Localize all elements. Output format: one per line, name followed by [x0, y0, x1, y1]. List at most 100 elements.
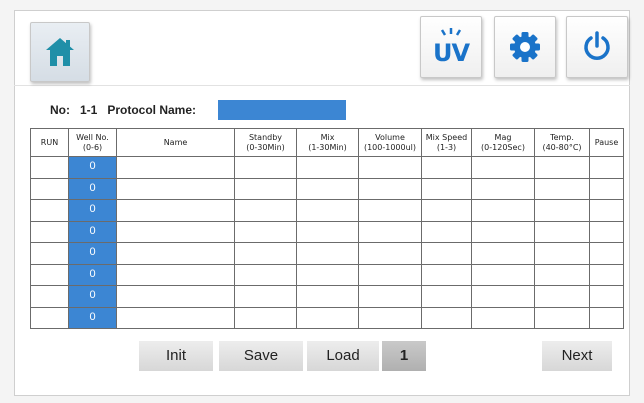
mix-speed-cell[interactable] — [421, 220, 472, 243]
temp-cell[interactable] — [534, 220, 590, 243]
well-number-value[interactable]: 0 — [69, 157, 116, 178]
mag-cell[interactable] — [471, 263, 535, 286]
mix-speed-cell[interactable] — [421, 306, 472, 329]
name-cell[interactable] — [116, 306, 235, 329]
next-button[interactable]: Next — [542, 341, 612, 371]
standby-cell[interactable] — [234, 242, 297, 265]
uv-button[interactable]: UV — [420, 16, 482, 78]
run-cell[interactable] — [30, 242, 69, 265]
pause-cell[interactable] — [589, 177, 624, 200]
mix-cell[interactable] — [296, 156, 359, 179]
volume-cell[interactable] — [358, 177, 422, 200]
volume-cell[interactable] — [358, 199, 422, 222]
home-button[interactable] — [30, 22, 90, 82]
name-cell[interactable] — [116, 156, 235, 179]
run-cell[interactable] — [30, 199, 69, 222]
mix-speed-cell[interactable] — [421, 242, 472, 265]
load-button[interactable]: Load — [307, 341, 379, 371]
mix-speed-cell[interactable] — [421, 263, 472, 286]
well-number-value[interactable]: 0 — [69, 264, 116, 285]
run-cell[interactable] — [30, 177, 69, 200]
run-cell[interactable] — [30, 156, 69, 179]
temp-cell[interactable] — [534, 199, 590, 222]
volume-cell[interactable] — [358, 306, 422, 329]
temp-cell[interactable] — [534, 306, 590, 329]
mix-cell[interactable] — [296, 242, 359, 265]
name-cell[interactable] — [116, 263, 235, 286]
standby-cell[interactable] — [234, 156, 297, 179]
run-cell[interactable] — [30, 263, 69, 286]
well-number-value[interactable]: 0 — [69, 243, 116, 264]
mag-cell[interactable] — [471, 177, 535, 200]
mix-speed-cell[interactable] — [421, 285, 472, 308]
standby-cell[interactable] — [234, 177, 297, 200]
standby-cell[interactable] — [234, 199, 297, 222]
mag-cell[interactable] — [471, 199, 535, 222]
mix-cell[interactable] — [296, 306, 359, 329]
power-button[interactable] — [566, 16, 628, 78]
run-cell[interactable] — [30, 220, 69, 243]
well-cell[interactable]: 0 — [68, 199, 117, 222]
mix-cell[interactable] — [296, 285, 359, 308]
volume-cell[interactable] — [358, 242, 422, 265]
mix-speed-cell[interactable] — [421, 177, 472, 200]
pause-cell[interactable] — [589, 220, 624, 243]
header-temp: Temp. (40-80°C) — [534, 128, 590, 157]
protocol-name-input[interactable] — [218, 100, 346, 120]
mag-cell[interactable] — [471, 242, 535, 265]
table-row: 0 — [30, 156, 624, 179]
well-number-value[interactable]: 0 — [69, 178, 116, 199]
well-number-value[interactable]: 0 — [69, 286, 116, 307]
temp-cell[interactable] — [534, 285, 590, 308]
standby-cell[interactable] — [234, 263, 297, 286]
pause-cell[interactable] — [589, 263, 624, 286]
well-cell[interactable]: 0 — [68, 285, 117, 308]
well-cell[interactable]: 0 — [68, 156, 117, 179]
temp-cell[interactable] — [534, 177, 590, 200]
init-button[interactable]: Init — [139, 341, 213, 371]
well-cell[interactable]: 0 — [68, 263, 117, 286]
pause-cell[interactable] — [589, 285, 624, 308]
name-cell[interactable] — [116, 220, 235, 243]
mix-cell[interactable] — [296, 199, 359, 222]
mix-cell[interactable] — [296, 220, 359, 243]
save-button[interactable]: Save — [219, 341, 303, 371]
well-cell[interactable]: 0 — [68, 242, 117, 265]
mag-cell[interactable] — [471, 306, 535, 329]
mix-cell[interactable] — [296, 177, 359, 200]
standby-cell[interactable] — [234, 220, 297, 243]
name-cell[interactable] — [116, 199, 235, 222]
well-number-value[interactable]: 0 — [69, 200, 116, 221]
volume-cell[interactable] — [358, 263, 422, 286]
volume-cell[interactable] — [358, 220, 422, 243]
well-cell[interactable]: 0 — [68, 306, 117, 329]
settings-button[interactable] — [494, 16, 556, 78]
pause-cell[interactable] — [589, 242, 624, 265]
standby-cell[interactable] — [234, 306, 297, 329]
volume-cell[interactable] — [358, 285, 422, 308]
well-number-value[interactable]: 0 — [69, 221, 116, 242]
well-cell[interactable]: 0 — [68, 177, 117, 200]
mag-cell[interactable] — [471, 220, 535, 243]
mix-speed-cell[interactable] — [421, 199, 472, 222]
pause-cell[interactable] — [589, 306, 624, 329]
well-cell[interactable]: 0 — [68, 220, 117, 243]
run-cell[interactable] — [30, 306, 69, 329]
name-cell[interactable] — [116, 242, 235, 265]
pause-cell[interactable] — [589, 156, 624, 179]
name-cell[interactable] — [116, 285, 235, 308]
mag-cell[interactable] — [471, 156, 535, 179]
temp-cell[interactable] — [534, 242, 590, 265]
temp-cell[interactable] — [534, 156, 590, 179]
pause-cell[interactable] — [589, 199, 624, 222]
run-cell[interactable] — [30, 285, 69, 308]
mix-cell[interactable] — [296, 263, 359, 286]
mag-cell[interactable] — [471, 285, 535, 308]
header-volume: Volume (100-1000ul) — [358, 128, 422, 157]
well-number-value[interactable]: 0 — [69, 307, 116, 328]
temp-cell[interactable] — [534, 263, 590, 286]
name-cell[interactable] — [116, 177, 235, 200]
mix-speed-cell[interactable] — [421, 156, 472, 179]
volume-cell[interactable] — [358, 156, 422, 179]
standby-cell[interactable] — [234, 285, 297, 308]
